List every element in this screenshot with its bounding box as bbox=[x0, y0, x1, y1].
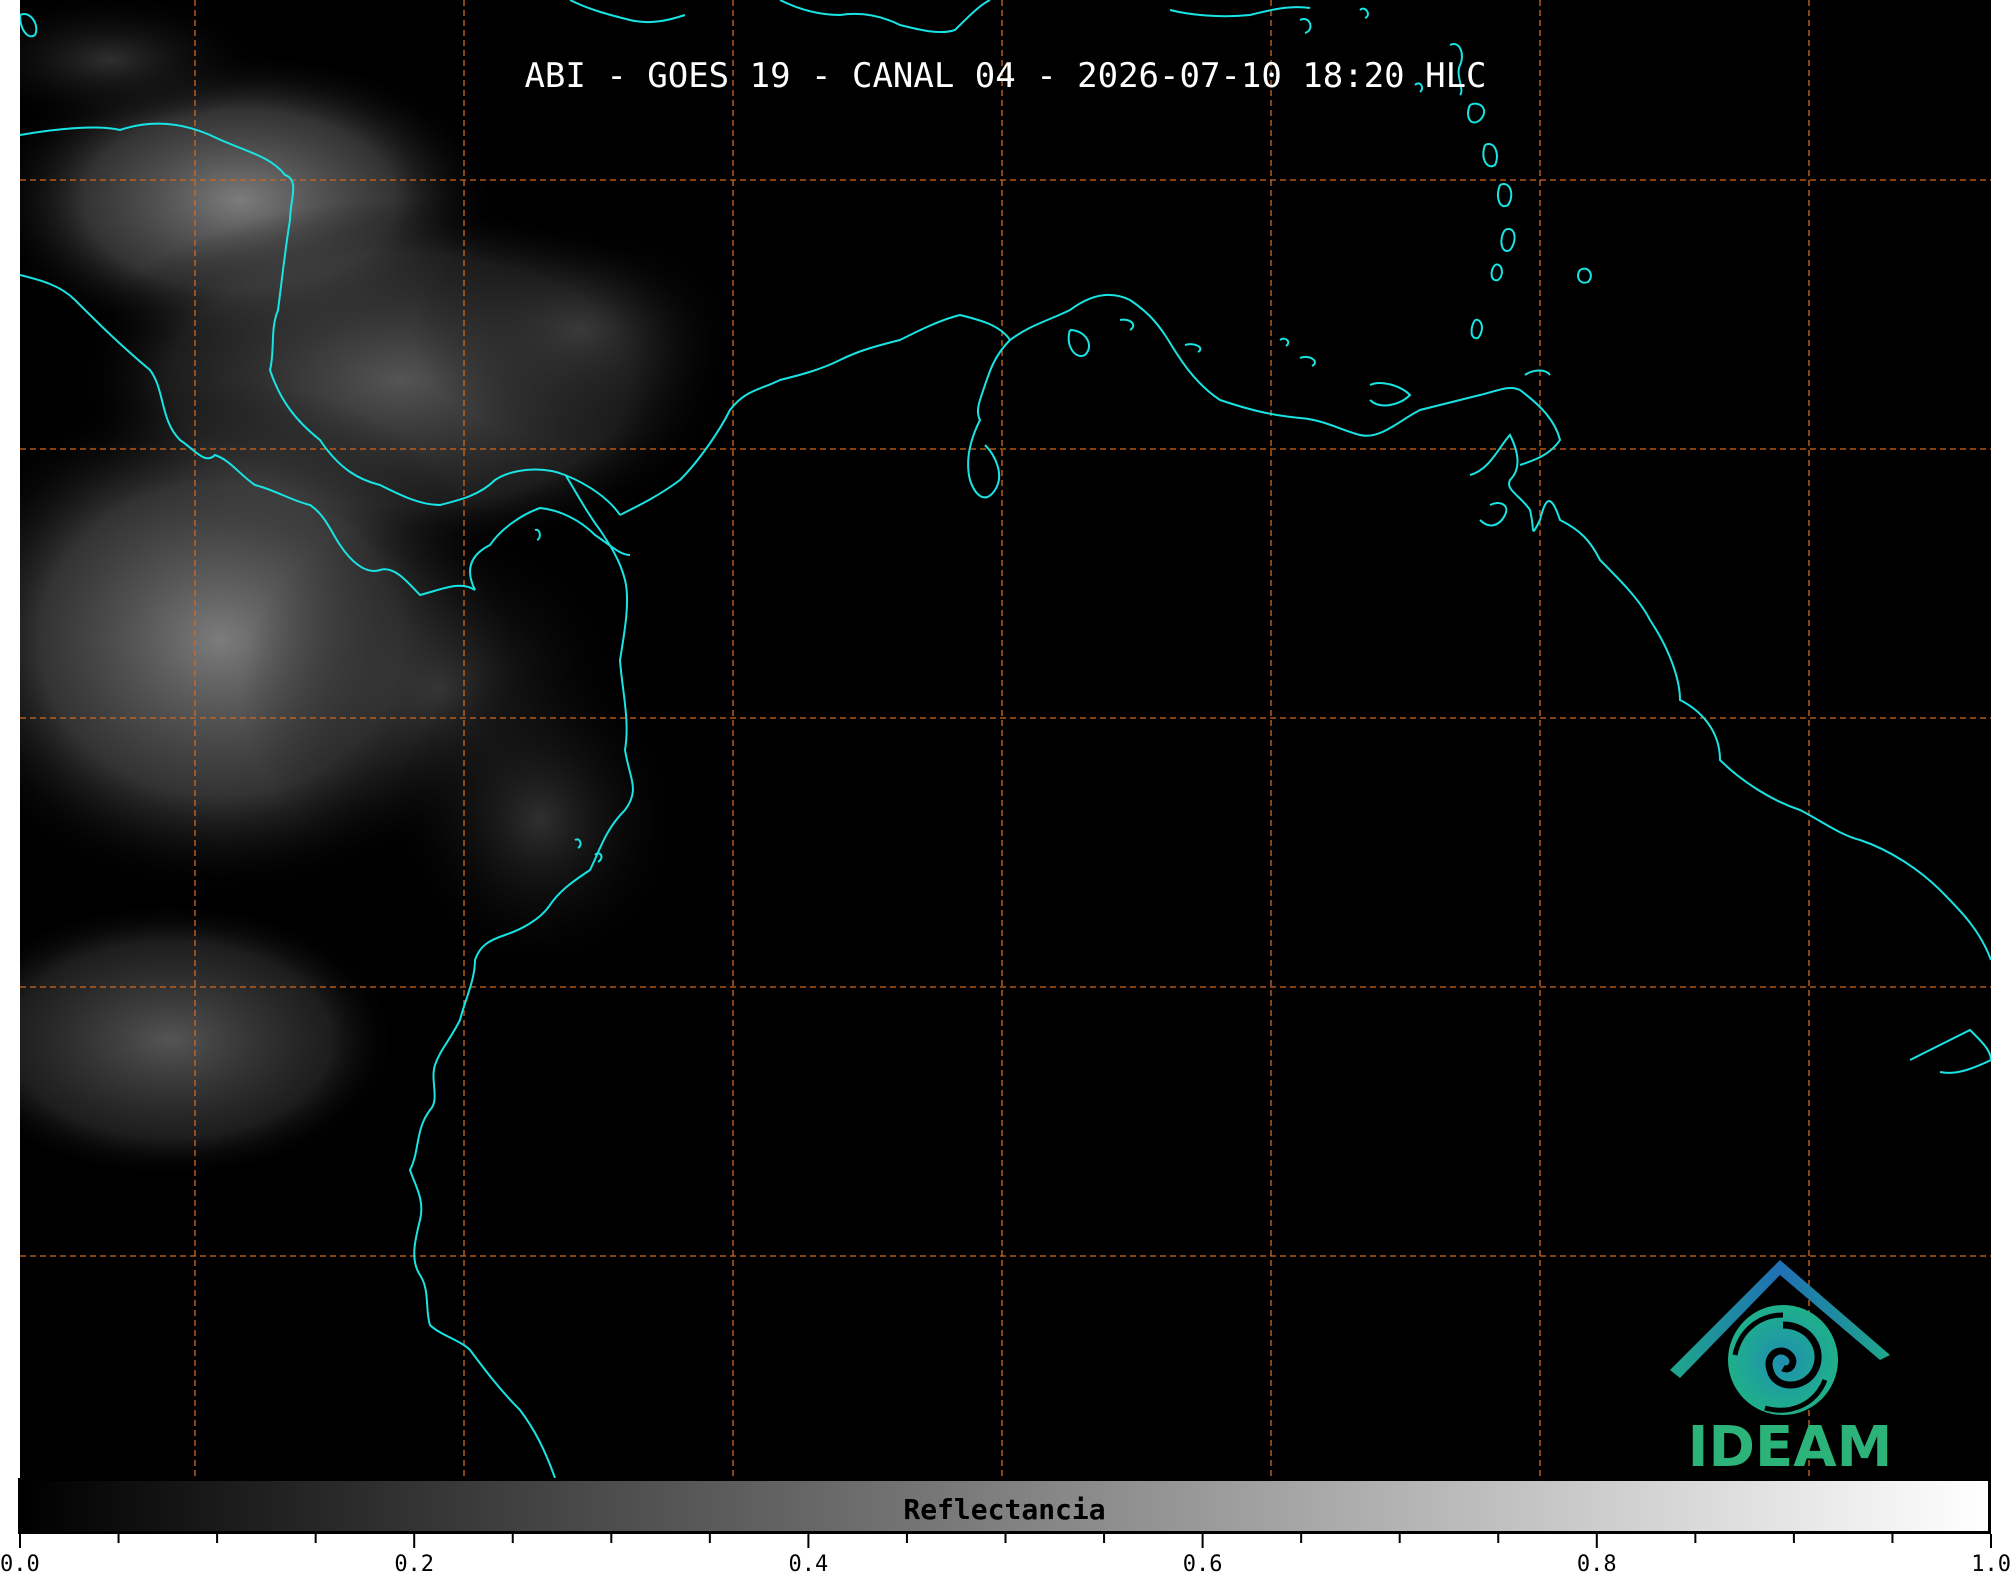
cloud-cover bbox=[20, 0, 750, 1180]
swirl-icon bbox=[1728, 1305, 1838, 1415]
colorbar-tick-label: 1.0 bbox=[1971, 1552, 2011, 1577]
colorbar: Reflectancia bbox=[18, 1478, 1991, 1534]
colorbar-tick-label: 0.4 bbox=[788, 1552, 829, 1577]
colorbar-ticks bbox=[19, 1534, 1992, 1548]
colorbar-tick-label: 0.0 bbox=[0, 1552, 40, 1577]
satellite-map-panel: ABI - GOES 19 - CANAL 04 - 2026-07-10 18… bbox=[20, 0, 1991, 1478]
ideam-logo-text: IDEAM bbox=[1687, 1415, 1893, 1478]
colorbar-tick-label: 0.2 bbox=[394, 1552, 435, 1577]
colorbar-tick-label: 0.6 bbox=[1182, 1552, 1223, 1577]
colorbar-tick-label: 0.8 bbox=[1576, 1552, 1617, 1577]
colorbar-label: Reflectancia bbox=[903, 1493, 1106, 1526]
map-title: ABI - GOES 19 - CANAL 04 - 2026-07-10 18… bbox=[524, 56, 1487, 96]
